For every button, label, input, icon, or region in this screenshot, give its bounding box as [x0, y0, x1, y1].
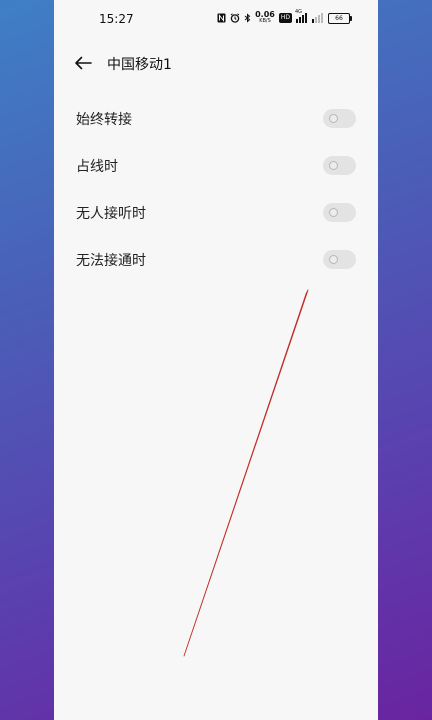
setting-label: 无人接听时 [76, 206, 146, 222]
signal-network-label: 4G [295, 9, 303, 15]
status-icons: 0.06 KB/S HD 4G 66 [217, 9, 352, 25]
network-speed-unit: KB/S [259, 18, 271, 24]
toggle-knob [329, 161, 338, 170]
app-bar: 中国移动1 [54, 44, 378, 84]
network-speed: 0.06 KB/S [255, 11, 275, 25]
toggle-switch[interactable] [323, 203, 356, 222]
setting-row-always-forward[interactable]: 始终转接 [54, 96, 378, 143]
hd-voice-badge: HD [278, 13, 292, 23]
phone-screen: 15:27 0.06 KB/S HD 4G 66 中国移动1 始终转接 占线时 … [54, 0, 378, 720]
setting-row-no-answer[interactable]: 无人接听时 [54, 190, 378, 237]
toggle-knob [329, 255, 338, 264]
setting-row-when-busy[interactable]: 占线时 [54, 143, 378, 190]
nfc-icon [217, 12, 226, 24]
signal-strength-icon [312, 12, 324, 24]
toggle-knob [329, 208, 338, 217]
status-bar: 15:27 0.06 KB/S HD 4G 66 [54, 0, 378, 40]
bluetooth-icon [244, 12, 251, 24]
battery-icon: 66 [328, 12, 352, 24]
toggle-switch[interactable] [323, 109, 356, 128]
network-speed-value: 0.06 [255, 10, 275, 19]
setting-label: 无法接通时 [76, 253, 146, 269]
setting-label: 占线时 [76, 159, 118, 175]
setting-row-unreachable[interactable]: 无法接通时 [54, 237, 378, 284]
annotation-line [183, 289, 309, 657]
page-title: 中国移动1 [107, 57, 172, 73]
arrow-left-icon [75, 56, 92, 70]
call-forwarding-list: 始终转接 占线时 无人接听时 无法接通时 [54, 96, 378, 284]
status-time: 15:27 [99, 12, 134, 26]
back-button[interactable] [72, 52, 94, 74]
toggle-knob [329, 114, 338, 123]
toggle-switch[interactable] [323, 156, 356, 175]
alarm-icon [230, 12, 240, 24]
toggle-switch[interactable] [323, 250, 356, 269]
signal-4g-icon: 4G [295, 9, 308, 24]
setting-label: 始终转接 [76, 112, 132, 128]
